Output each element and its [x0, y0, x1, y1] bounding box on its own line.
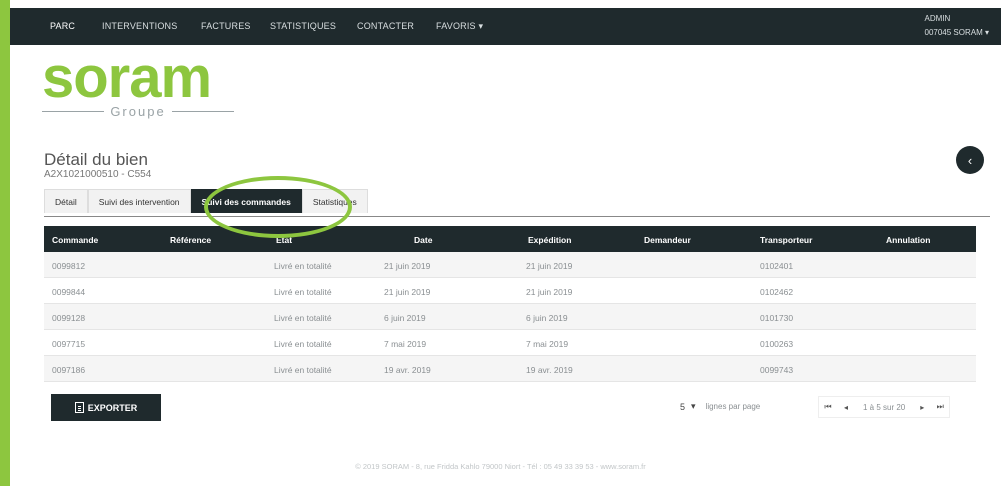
cell-commande: 0099812 — [52, 261, 86, 271]
export-button[interactable]: EXPORTER — [51, 394, 161, 421]
caret-down-icon: ▾ — [691, 401, 696, 411]
nav-interventions[interactable]: INTERVENTIONS — [102, 21, 177, 31]
table-row[interactable]: 0099128 Livré en totalité 6 juin 2019 6 jui… — [44, 304, 976, 330]
prev-page-icon[interactable]: ◂ — [837, 403, 855, 412]
export-label: EXPORTER — [87, 402, 138, 413]
tab-detail[interactable]: Détail — [44, 189, 88, 213]
nav-favoris-dropdown[interactable]: FAVORIS ▾ — [436, 21, 483, 32]
user-menu[interactable]: ADMIN 007045 SORAM ▾ — [925, 12, 990, 40]
orders-table: Commande Référence Etat Date Expédition … — [44, 226, 976, 382]
table-body: 0099812 Livré en totalité 21 juin 2019 21 j… — [44, 252, 976, 382]
highlight-circle — [204, 176, 352, 238]
back-button[interactable]: ‹ — [956, 146, 984, 174]
soram-logo[interactable]: soram Groupe — [42, 45, 242, 122]
user-account: 007045 SORAM ▾ — [924, 28, 990, 37]
table-row[interactable]: 0099844 Livré en totalité 21 juin 2019 21 j… — [44, 278, 976, 304]
first-page-icon[interactable]: ⏮ — [819, 402, 837, 412]
page-subtitle: A2X1021000510 - C554 — [44, 169, 152, 180]
cell-expedition: 6 juin 2019 — [526, 313, 568, 323]
cell-etat: Livré en totalité — [274, 365, 332, 375]
table-header: Commande Référence Etat Date Expédition … — [44, 226, 976, 252]
logo-brand: soram — [42, 45, 212, 110]
cell-commande: 0099128 — [52, 313, 86, 323]
cell-etat: Livré en totalité — [274, 261, 332, 271]
cell-date: 21 juin 2019 — [384, 261, 431, 271]
cell-commande: 0097715 — [52, 339, 86, 349]
document-icon — [74, 402, 84, 413]
table-row[interactable]: 0097186 Livré en totalité 19 avr. 2019 19 a… — [44, 356, 976, 382]
top-navbar: PARC INTERVENTIONS FACTURES STATISTIQUES… — [10, 8, 1001, 45]
table-row[interactable]: 0097715 Livré en totalité 7 mai 2019 7 mai … — [44, 330, 976, 356]
chevron-left-icon: ‹ — [967, 152, 973, 168]
cell-etat: Livré en totalité — [274, 313, 332, 323]
user-role: ADMIN — [924, 14, 951, 23]
last-page-icon[interactable]: ⏭ — [931, 402, 949, 412]
cell-expedition: 7 mai 2019 — [526, 339, 569, 349]
logo-divider — [171, 110, 234, 112]
cell-commande: 0097186 — [52, 365, 86, 375]
cell-expedition: 21 juin 2019 — [526, 287, 573, 297]
page-title: Détail du bien — [44, 150, 148, 169]
rows-per-page-select[interactable]: 5 ▾ — [680, 401, 696, 412]
logo-divider — [42, 110, 105, 112]
tabs-divider — [44, 216, 990, 217]
next-page-icon[interactable]: ▸ — [913, 403, 931, 412]
cell-transporteur: 0101730 — [760, 313, 794, 323]
logo-group-line: Groupe — [42, 102, 234, 120]
nav-statistiques[interactable]: STATISTIQUES — [270, 21, 336, 31]
col-expedition[interactable]: Expédition — [528, 235, 571, 245]
left-accent-bar — [0, 0, 10, 486]
cell-transporteur: 0099743 — [760, 365, 794, 375]
page-info: 1 à 5 sur 20 — [863, 402, 906, 412]
table-row[interactable]: 0099812 Livré en totalité 21 juin 2019 21 j… — [44, 252, 976, 278]
nav-factures[interactable]: FACTURES — [201, 21, 251, 31]
cell-transporteur: 0102462 — [760, 287, 794, 297]
nav-contacter[interactable]: CONTACTER — [357, 21, 414, 31]
col-reference[interactable]: Référence — [170, 235, 211, 245]
tab-suivi-interventions[interactable]: Suivi des intervention — [87, 189, 191, 213]
rows-per-page-label: lignes par page — [705, 402, 761, 411]
cell-commande: 0099844 — [52, 287, 86, 297]
cell-etat: Livré en totalité — [274, 339, 332, 349]
col-transporteur[interactable]: Transporteur — [760, 235, 812, 245]
cell-transporteur: 0100263 — [760, 339, 794, 349]
cell-etat: Livré en totalité — [274, 287, 332, 297]
col-demandeur[interactable]: Demandeur — [644, 235, 691, 245]
cell-date: 7 mai 2019 — [384, 339, 427, 349]
cell-transporteur: 0102401 — [760, 261, 794, 271]
logo-group: Groupe — [110, 103, 166, 119]
nav-parc[interactable]: PARC — [50, 21, 75, 31]
col-commande[interactable]: Commande — [52, 235, 98, 245]
rows-per-page: 5 ▾ lignes par page — [680, 401, 760, 412]
cell-expedition: 19 avr. 2019 — [526, 365, 573, 375]
pagination: ⏮ ◂ 1 à 5 sur 20 ▸ ⏭ — [818, 396, 951, 418]
rows-per-page-value: 5 — [680, 401, 686, 412]
footer: © 2019 SORAM - 8, rue Fridda Kahlo 79000… — [355, 462, 646, 471]
col-annulation[interactable]: Annulation — [886, 235, 930, 245]
cell-date: 19 avr. 2019 — [384, 365, 431, 375]
col-date[interactable]: Date — [414, 235, 432, 245]
cell-expedition: 21 juin 2019 — [526, 261, 573, 271]
cell-date: 21 juin 2019 — [384, 287, 431, 297]
cell-date: 6 juin 2019 — [384, 313, 426, 323]
